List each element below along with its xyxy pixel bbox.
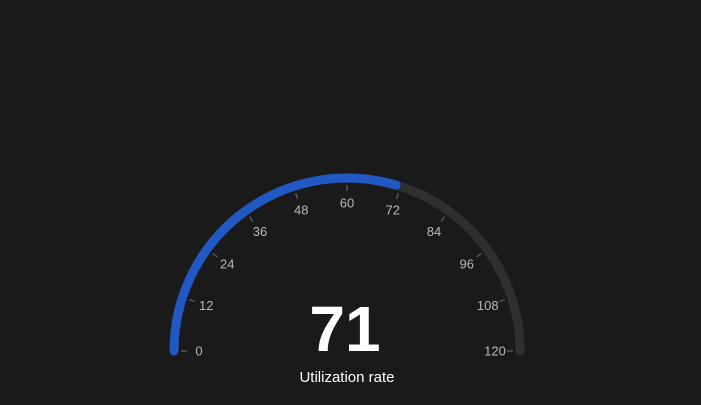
gauge-tick-108	[498, 298, 506, 303]
gauge-tick-label-96: 96	[459, 257, 473, 272]
gauge-chart: 0 12 24 36 48 60 72 84 96 108 120 71 Utilization r…	[169, 173, 525, 386]
gauge-panel: 0 12 24 36 48 60 72 84 96 108 120 71 Utilization r…	[0, 0, 701, 405]
gauge-tick-label-72: 72	[385, 203, 399, 218]
gauge-tick-96	[476, 252, 482, 258]
gauge-tick-label-60: 60	[340, 196, 354, 211]
gauge-tick-36	[248, 216, 254, 222]
gauge-tick-label-36: 36	[253, 224, 267, 239]
gauge-tick-12	[188, 298, 196, 303]
gauge-tick-label-0: 0	[195, 344, 202, 359]
gauge-tick-24	[212, 252, 218, 258]
gauge-tick-label-108: 108	[477, 298, 499, 313]
gauge-tick-label-24: 24	[220, 257, 234, 272]
gauge-value: 71	[309, 293, 380, 365]
gauge-tick-48	[294, 192, 299, 200]
gauge-tick-label-12: 12	[199, 298, 213, 313]
gauge-tick-72	[395, 192, 400, 200]
gauge-tick-84	[440, 216, 446, 222]
gauge-tick-label-120: 120	[484, 344, 506, 359]
gauge-tick-label-48: 48	[294, 203, 308, 218]
gauge-tick-label-84: 84	[427, 224, 441, 239]
gauge-title: Utilization rate	[299, 369, 394, 386]
